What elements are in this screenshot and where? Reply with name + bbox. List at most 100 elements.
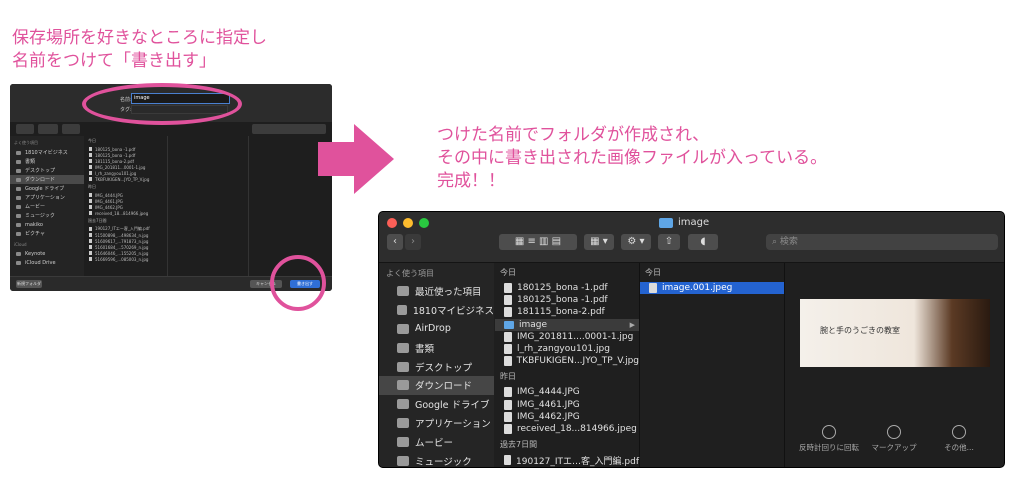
sidebar-item[interactable]: Google ドライブ [379,395,494,414]
sidebar-item[interactable]: アプリケーション [379,414,494,433]
sidebar-item[interactable]: デスクトップ [10,166,84,175]
file-item[interactable]: 190127_ITエ…客_入門編.pdf [495,454,639,467]
forward-button[interactable]: › [405,234,421,250]
column-section-header: 今日 [500,268,516,277]
file-item[interactable]: 181115_bona-2.pdf [495,306,639,318]
sidebar-item[interactable]: 書類 [379,338,494,357]
view-mode-segment[interactable]: ▦ ≡ ▥ ▤ [499,234,577,250]
sidebar-item[interactable]: ダウンロード [10,175,84,184]
share-icon[interactable]: ⇧ [658,234,680,250]
file-icon [89,245,92,249]
action-gear-icon[interactable]: ⚙ ▾ [621,234,651,250]
sidebar-item[interactable]: 書類 [10,157,84,166]
file-name: IMG_4461.JPG [517,399,580,410]
folder-icon [397,455,409,466]
finder-column-2: 今日 image.001.jpeg [640,263,785,467]
sidebar-item[interactable]: 最近使った項目 [379,282,494,301]
sidebar-item-label: 1810マイビジネス [412,306,494,318]
sidebar-item[interactable]: ピクチャ [10,229,84,238]
sidebar-item[interactable]: ダウンロード [379,375,494,395]
file-name: 51601684_...570269_n.jpg [95,244,149,250]
file-item[interactable]: 180125_bona -1.pdf [495,282,639,294]
sidebar-item-label: デスクトップ [415,362,473,374]
icloud-item[interactable]: Keynote [10,249,84,258]
sidebar-item[interactable]: AirDrop [379,320,494,339]
markup-action[interactable]: マークアップ [859,425,929,453]
folder-icon [397,305,407,316]
file-icon [89,147,92,151]
file-item[interactable]: received_18...814966.jpeg [495,423,639,435]
sidebar-item[interactable]: ムービー [379,432,494,451]
file-item[interactable]: TKBFUKIGEN...JYO_TP_V.jpg [495,355,639,367]
file-name: IMG_4462.JPG [517,411,580,422]
file-name: l_rh_zangyou101.jpg [517,344,610,355]
zoom-button[interactable] [419,218,429,228]
folder-icon [659,217,673,228]
sidebar-item-label: Google ドライブ [415,400,490,412]
back-forward-buttons[interactable] [16,124,34,134]
file-item[interactable]: 51669596_...085003_n.jpg [85,256,167,262]
icloud-item[interactable]: iCloud Drive [10,258,84,267]
folder-icon [16,222,21,227]
close-button[interactable] [387,218,397,228]
sidebar-item[interactable]: 1810マイビジネス [10,148,84,157]
more-action[interactable]: その他... [924,425,994,453]
file-item[interactable]: image.001.jpeg [640,282,784,295]
sidebar-item[interactable]: デスクトップ [379,357,494,376]
sidebar-item[interactable]: 1810マイビジネス [379,301,494,320]
folder-popup[interactable] [62,124,80,134]
back-button[interactable]: ‹ [387,234,403,250]
file-name: image.001.jpeg [662,283,733,294]
right-caption-line-3: 完成！！ [437,171,505,191]
rotate-action[interactable]: 反時計回りに回転 [794,425,864,453]
search-input[interactable]: ⌕ 検索 [766,234,998,250]
left-caption-line-1: 保存場所を好きなところに指定し [12,28,267,48]
file-item[interactable]: l_rh_zangyou101.jpg [495,343,639,355]
folder-icon [16,168,21,173]
file-name: 190127_ITエー客_入門編.pdf [95,226,150,231]
right-caption-line-1: つけた名前でフォルダが作成され、 [437,125,710,145]
folder-icon [504,320,514,329]
rotate-label: 反時計回りに回転 [799,443,859,452]
sidebar-item-label: ピクチャ [25,231,45,237]
file-icon [504,423,512,434]
file-icon [504,455,512,466]
new-folder-button[interactable]: 新規フォルダ [16,280,42,288]
file-name: 51646046_...155205_n.jpg [95,250,149,256]
file-item[interactable]: IMG_4461.JPG [495,399,639,411]
folder-item[interactable]: image ▶ [495,318,639,331]
markup-icon [887,425,901,439]
folder-icon [16,231,21,236]
folder-icon [16,204,21,209]
finder-titlebar: image ‹ › ▦ ≡ ▥ ▤ ▦ ▾ ⚙ ▾ ⇧ ◖ ⌕ 検索 [379,212,1004,263]
file-icon [89,211,92,215]
file-item[interactable]: IMG_4462.JPG [495,411,639,423]
sidebar-item[interactable]: アプリケーション [10,193,84,202]
file-name: IMG_201811....0001-1.jpg [517,331,634,342]
file-item[interactable]: IMG_4444.JPG [495,386,639,398]
file-name: 181115_bona-2.pdf [95,158,134,164]
file-item[interactable]: IMG_201811....0001-1.jpg [495,331,639,343]
file-icon [89,227,92,231]
sidebar-item[interactable]: makiko [10,220,84,229]
sidebar-item-label: 書類 [25,159,36,165]
save-dialog-column-empty [168,136,249,276]
column-section-header: 今日 [88,138,96,143]
folder-icon [397,342,409,353]
minimize-button[interactable] [403,218,413,228]
dialog-search-field[interactable] [252,124,326,134]
file-icon [89,257,92,261]
file-item[interactable]: 180125_bona -1.pdf [495,294,639,306]
view-button[interactable] [38,124,58,134]
file-name: 180125_bona -1.pdf [517,295,608,306]
name-highlight-ring [82,83,242,125]
sidebar-item[interactable]: ムービー [10,202,84,211]
sidebar-item[interactable]: ミュージック [10,211,84,220]
sidebar-item[interactable]: Google ドライブ [10,184,84,193]
search-placeholder: 検索 [779,237,798,247]
window-title: image [659,217,709,228]
sidebar-item[interactable]: ミュージック [379,451,494,467]
group-by-button[interactable]: ▦ ▾ [584,234,614,250]
tag-icon[interactable]: ◖ [688,234,718,250]
file-icon [504,411,512,422]
